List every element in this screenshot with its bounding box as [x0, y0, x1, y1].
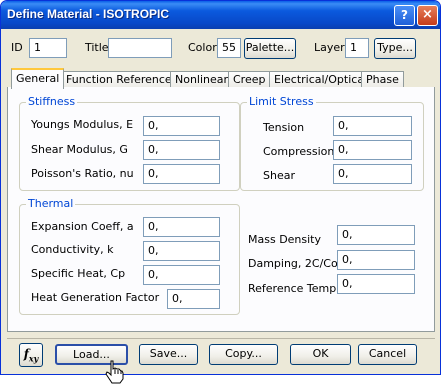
function-xy-button[interactable]: fxy: [19, 343, 43, 367]
reference-temp-label: Reference Temp: [248, 282, 337, 295]
general-tab-panel: Stiffness Youngs Modulus, E 0, Shear Mod…: [7, 87, 435, 332]
poissons-ratio-label: Poisson's Ratio, nu: [31, 167, 134, 180]
close-button[interactable]: ×: [417, 5, 438, 26]
thermal-group-title: Thermal: [26, 197, 76, 210]
id-label: ID: [11, 41, 23, 54]
layer-field[interactable]: 1: [345, 38, 369, 58]
specific-heat-field[interactable]: 0,: [143, 265, 220, 285]
tab-general[interactable]: General: [11, 68, 65, 89]
mass-density-label: Mass Density: [248, 233, 322, 246]
youngs-modulus-label: Youngs Modulus, E: [31, 118, 134, 131]
title-label: Title: [85, 41, 109, 54]
mass-density-field[interactable]: 0,: [337, 225, 415, 245]
compression-label: Compression: [263, 145, 335, 158]
color-field[interactable]: 55: [217, 38, 241, 58]
ok-button[interactable]: OK: [290, 344, 351, 365]
window-title: Define Material - ISOTROPIC: [7, 7, 170, 21]
shear-limit-field[interactable]: 0,: [333, 164, 412, 184]
youngs-modulus-field[interactable]: 0,: [143, 116, 220, 136]
expansion-coeff-label: Expansion Coeff, a: [31, 220, 134, 233]
function-xy-icon: fxy: [23, 347, 39, 364]
specific-heat-label: Specific Heat, Cp: [31, 267, 126, 280]
tension-field[interactable]: 0,: [333, 116, 412, 136]
tab-nonlinear[interactable]: Nonlinear: [170, 71, 234, 88]
id-field[interactable]: 1: [29, 38, 67, 58]
copy-button[interactable]: Copy...: [209, 344, 278, 365]
stiffness-group-title: Stiffness: [26, 95, 78, 108]
shear-limit-label: Shear: [263, 169, 295, 182]
help-button[interactable]: ?: [394, 5, 415, 26]
define-material-dialog: Define Material - ISOTROPIC ? × ID 1 Tit…: [0, 0, 441, 375]
heat-generation-factor-field[interactable]: 0,: [167, 289, 220, 309]
tab-electrical-optical[interactable]: Electrical/Optical: [269, 71, 373, 88]
tension-label: Tension: [263, 121, 305, 134]
tab-function-references[interactable]: Function References: [61, 71, 183, 88]
heat-generation-factor-label: Heat Generation Factor: [31, 291, 160, 304]
tab-phase[interactable]: Phase: [361, 71, 404, 88]
damping-field[interactable]: 0,: [337, 250, 415, 270]
layer-label: Layer: [314, 41, 345, 54]
title-bar[interactable]: Define Material - ISOTROPIC ? ×: [1, 1, 440, 29]
damping-label: Damping, 2C/Co: [248, 257, 338, 270]
color-label: Color: [188, 41, 217, 54]
reference-temp-field[interactable]: 0,: [337, 274, 415, 294]
tab-creep[interactable]: Creep: [228, 71, 271, 88]
title-field[interactable]: [108, 38, 172, 58]
palette-button[interactable]: Palette...: [244, 38, 296, 59]
hand-cursor-icon: [105, 360, 124, 384]
save-button[interactable]: Save...: [139, 344, 198, 365]
expansion-coeff-field[interactable]: 0,: [143, 217, 220, 237]
poissons-ratio-field[interactable]: 0,: [143, 164, 220, 184]
footer-separator: [7, 338, 435, 339]
limit-stress-group-title: Limit Stress: [247, 95, 316, 108]
cancel-button[interactable]: Cancel: [358, 344, 417, 365]
conductivity-label: Conductivity, k: [31, 243, 114, 256]
conductivity-field[interactable]: 0,: [143, 241, 220, 261]
compression-field[interactable]: 0,: [333, 140, 412, 160]
shear-modulus-label: Shear Modulus, G: [31, 143, 128, 156]
type-button[interactable]: Type...: [374, 38, 416, 59]
shear-modulus-field[interactable]: 0,: [143, 140, 220, 160]
